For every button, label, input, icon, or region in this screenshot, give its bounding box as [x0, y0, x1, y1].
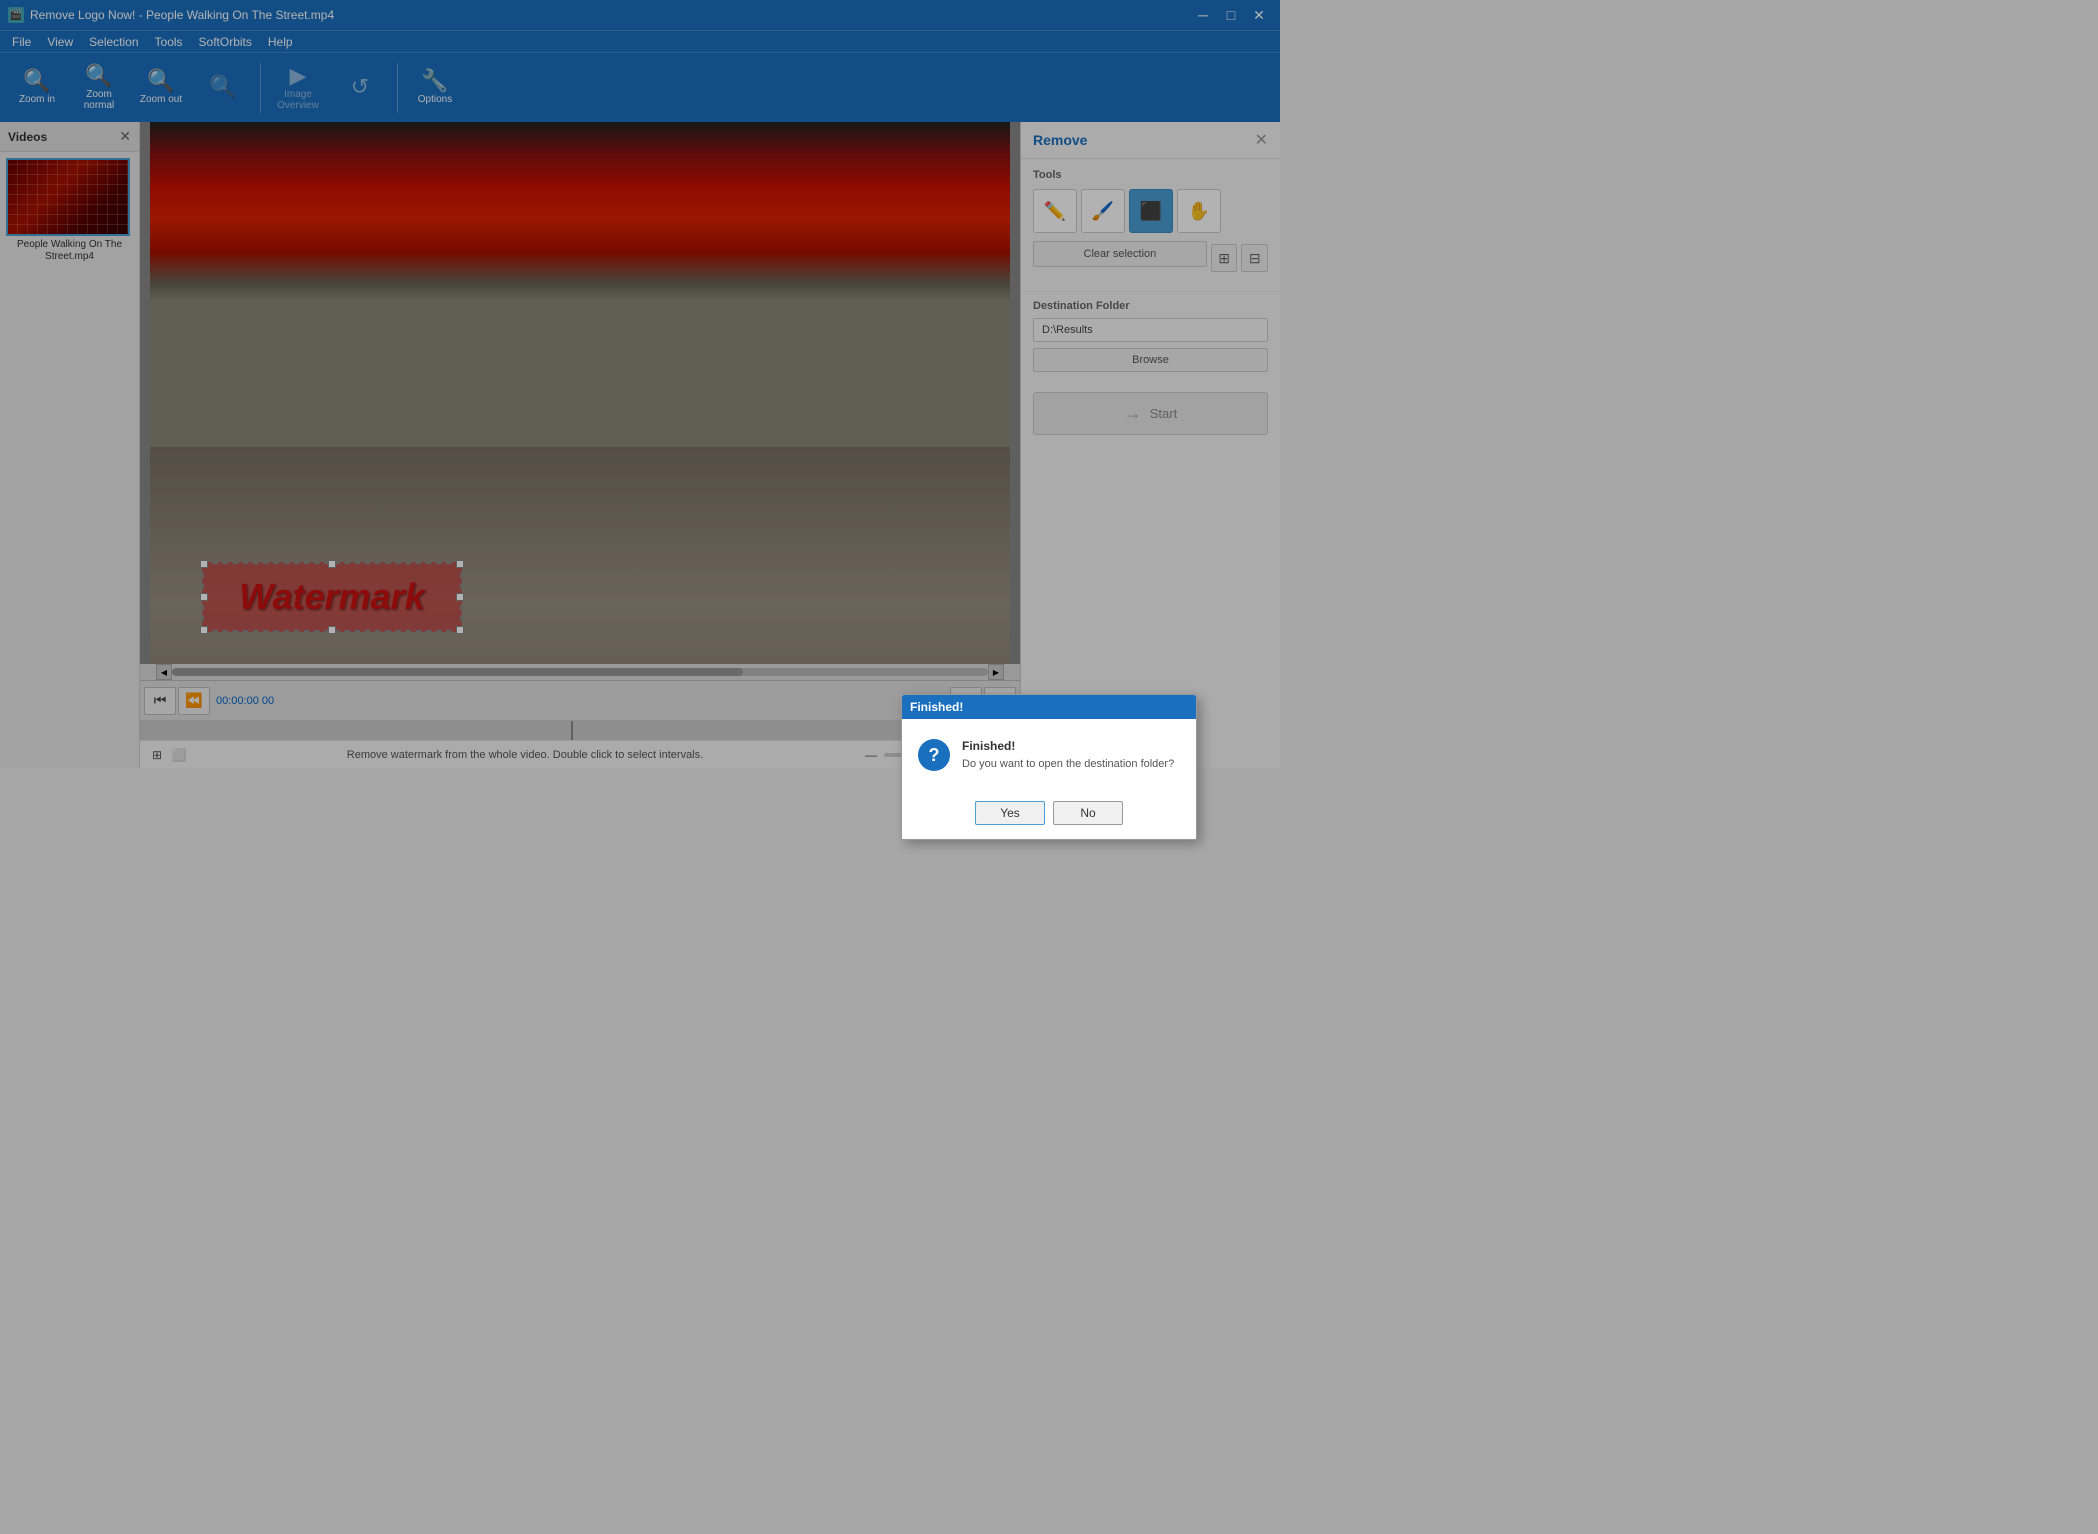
modal-title-bar: Finished! — [902, 695, 1196, 719]
modal-message-title: Finished! — [962, 739, 1180, 753]
modal-message-body: Do you want to open the destination fold… — [962, 757, 1180, 772]
modal-icon: ? — [918, 739, 950, 771]
yes-button[interactable]: Yes — [975, 801, 1045, 825]
modal-overlay: Finished! ? Finished! Do you want to ope… — [0, 0, 2098, 1534]
no-button[interactable]: No — [1053, 801, 1123, 825]
modal-message: Finished! Do you want to open the destin… — [962, 739, 1180, 772]
modal-title: Finished! — [910, 700, 963, 714]
modal-body: ? Finished! Do you want to open the dest… — [902, 719, 1196, 792]
modal-footer: Yes No — [902, 793, 1196, 839]
finished-dialog: Finished! ? Finished! Do you want to ope… — [901, 694, 1197, 839]
